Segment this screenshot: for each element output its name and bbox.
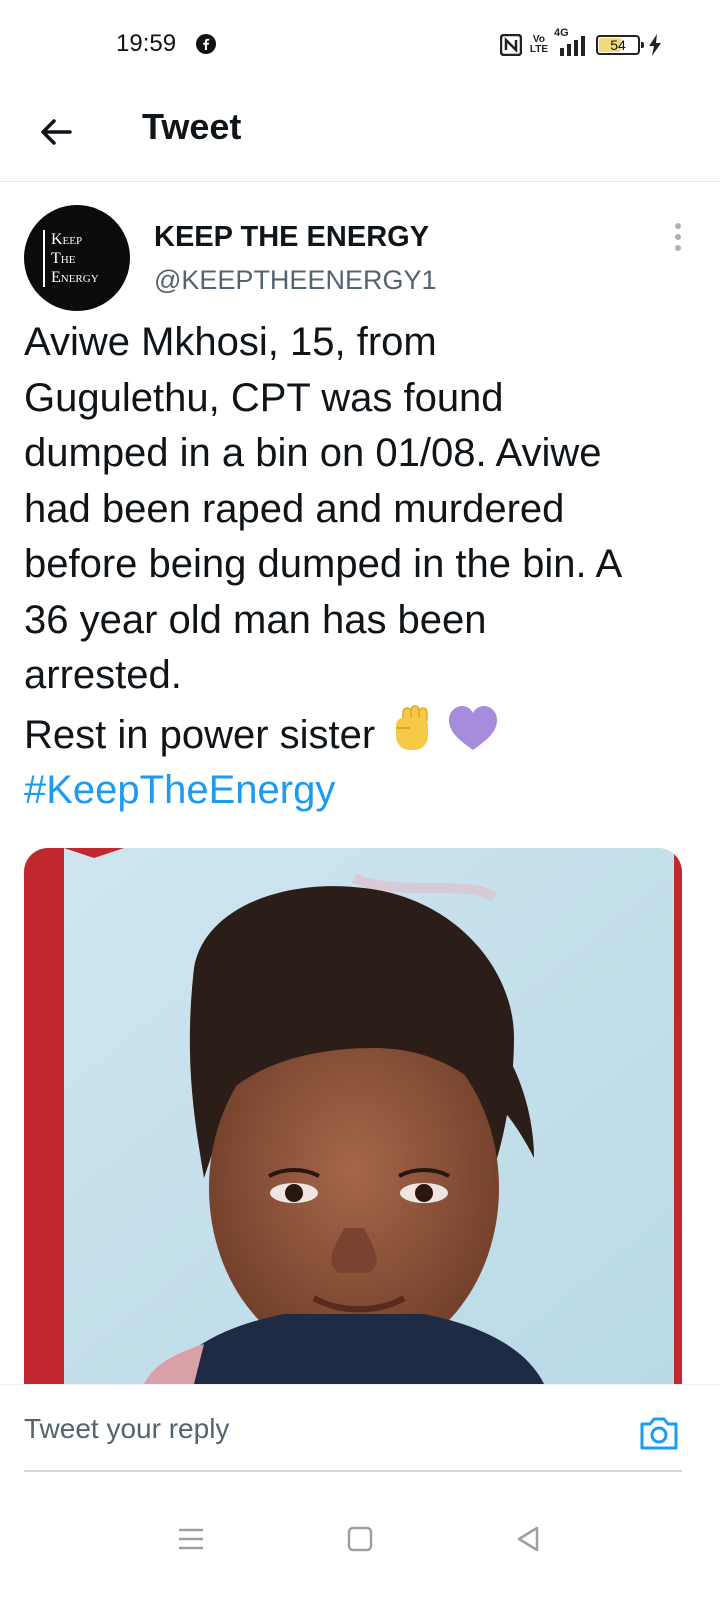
closing-text: Rest in power sister [24, 712, 376, 757]
avatar-logo: Keep The Energy [43, 229, 111, 287]
signal-group: 4G [554, 28, 588, 56]
avatar-logo-line: Energy [51, 268, 99, 286]
menu-nav-icon[interactable] [176, 1524, 206, 1554]
facebook-icon [196, 34, 216, 54]
portrait-photo [24, 848, 682, 1384]
tweet-photo[interactable] [24, 848, 682, 1384]
dot [675, 234, 681, 240]
back-nav-icon[interactable] [513, 1524, 543, 1554]
status-icons: Vo LTE 4G 54 [499, 28, 662, 57]
author-handle[interactable]: @KEEPTHEENERGY1 [154, 265, 437, 296]
volte-icon: Vo LTE [530, 35, 548, 55]
charging-icon [649, 34, 661, 56]
tweet-text: Aviwe Mkhosi, 15, from Gugulethu, CPT wa… [24, 315, 694, 819]
more-options-button[interactable] [666, 219, 690, 255]
tweet-text-line: before being dumped in the bin. A [24, 542, 623, 586]
tweet-text-line: dumped in a bin on 01/08. Aviwe [24, 431, 602, 475]
battery-level: 54 [610, 37, 626, 53]
dot [675, 223, 681, 229]
reply-bar: Tweet your reply [0, 1384, 720, 1488]
volte-bottom: LTE [529, 44, 548, 55]
tweet-text-line: Aviwe Mkhosi, 15, from [24, 320, 437, 364]
tweet-closing-line: Rest in power sister [24, 704, 694, 764]
reply-input[interactable]: Tweet your reply [24, 1413, 229, 1445]
hashtag-link[interactable]: #KeepTheEnergy [24, 763, 694, 819]
nfc-icon [499, 34, 522, 56]
battery-icon: 54 [596, 35, 644, 55]
tweet-text-line: had been raped and murdered [24, 486, 565, 531]
dot [675, 245, 681, 251]
tweet-text-line: arrested. [24, 653, 182, 697]
tweet-author: Keep The Energy KEEP THE ENERGY @KEEPTHE… [24, 205, 690, 315]
camera-icon[interactable] [638, 1412, 680, 1454]
tweet-text-line: Gugulethu, CPT was found [24, 375, 504, 420]
avatar[interactable]: Keep The Energy [24, 205, 130, 311]
author-name[interactable]: KEEP THE ENERGY [154, 221, 429, 254]
status-bar: 19:59 Vo LTE 4G 54 [0, 0, 720, 90]
purple-heart-emoji [449, 705, 498, 750]
page-title: Tweet [142, 106, 242, 147]
raised-fist-emoji [396, 704, 429, 750]
status-time: 19:59 [116, 30, 177, 57]
reply-underline [24, 1470, 682, 1472]
home-nav-icon[interactable] [345, 1524, 375, 1554]
system-nav-bar [0, 1488, 720, 1600]
avatar-logo-line: The [51, 249, 76, 267]
tweet-text-line: 36 year old man has been [24, 597, 487, 642]
network-type: 4G [554, 27, 569, 39]
avatar-logo-line: Keep [51, 230, 83, 248]
back-arrow-icon [41, 119, 72, 145]
app-header: Tweet [0, 90, 720, 182]
back-button[interactable] [30, 106, 82, 158]
